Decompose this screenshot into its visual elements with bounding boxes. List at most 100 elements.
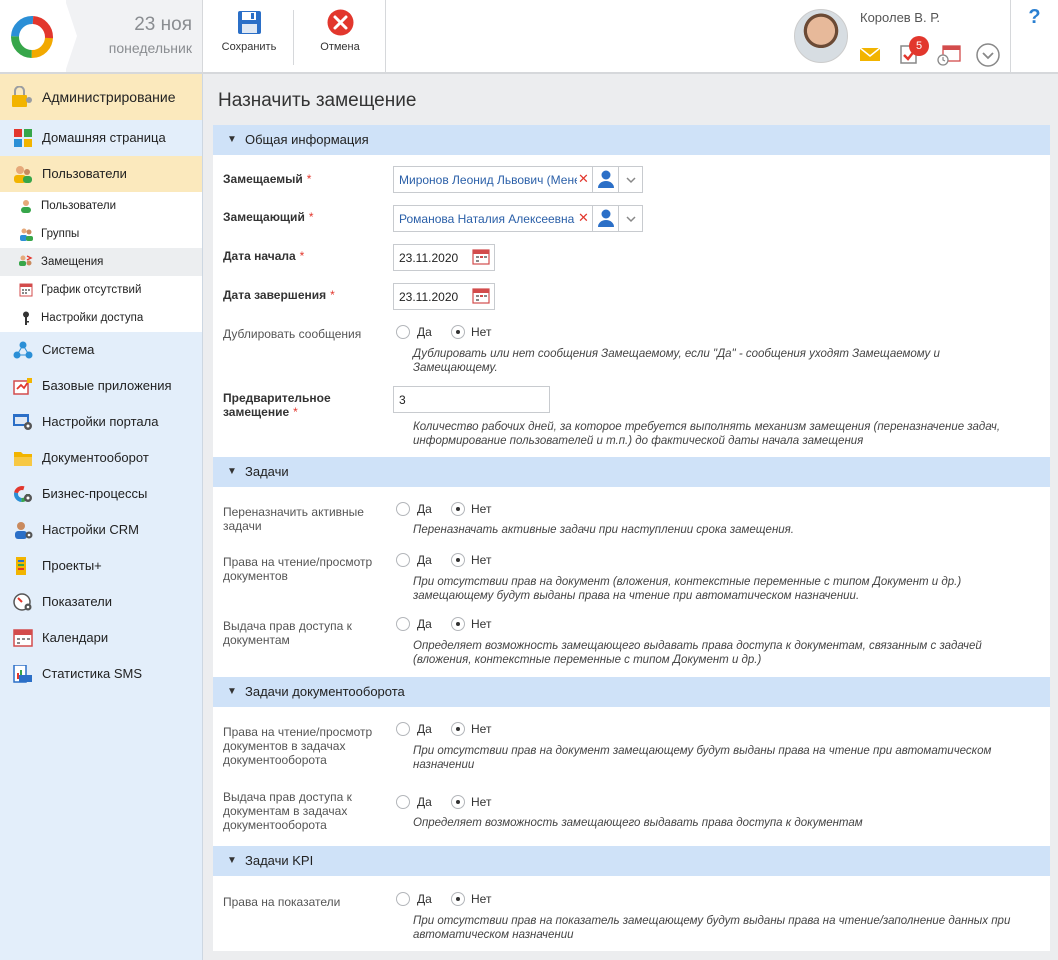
substituted-user-field[interactable]: Миронов Леонид Львович (Менеджер) ✕ — [393, 166, 643, 193]
end-date-value: 23.11.2020 — [399, 290, 459, 304]
sidebar-item-business-processes[interactable]: Бизнес-процессы — [0, 476, 202, 512]
crm-user-icon — [15, 522, 33, 539]
radio-yes[interactable] — [396, 325, 410, 339]
end-date-field[interactable]: 23.11.2020 — [393, 283, 495, 310]
radio-no[interactable] — [451, 722, 465, 736]
cancel-button-label: Отмена — [320, 41, 360, 53]
sidebar-subitem-substitutions[interactable]: Замещения — [0, 248, 202, 276]
section-title: Задачи — [245, 464, 289, 479]
help-button[interactable]: ? — [1011, 0, 1058, 72]
sidebar-item-indicators[interactable]: Показатели — [0, 584, 202, 620]
sidebar-item-system[interactable]: Система — [0, 332, 202, 368]
reassign-tasks-label: Переназначить активные задачи — [223, 505, 364, 533]
sidebar-subitem-users[interactable]: Пользователи — [0, 192, 202, 220]
folder-icon — [14, 452, 32, 466]
radio-no[interactable] — [451, 553, 465, 567]
radio-no[interactable] — [451, 502, 465, 516]
sidebar-item-projects[interactable]: Проекты+ — [0, 548, 202, 584]
cancel-button[interactable]: Отмена — [305, 0, 375, 72]
sidebar-item-users[interactable]: Пользователи — [0, 156, 202, 192]
user-picker-icon[interactable] — [592, 167, 618, 192]
sidebar-item-calendars[interactable]: Календари — [0, 620, 202, 656]
calendar-clock-icon[interactable] — [937, 44, 961, 66]
tasks-count-badge: 5 — [909, 36, 929, 56]
chevron-down-icon: ▼ — [227, 466, 237, 477]
radio-yes-label: Да — [417, 795, 432, 809]
sidebar-item-label: Настройки CRM — [42, 522, 139, 537]
save-button[interactable]: Сохранить — [213, 0, 285, 72]
pre-substitution-input[interactable]: 3 — [393, 386, 550, 413]
user-picker-icon[interactable] — [592, 206, 618, 231]
sidebar-item-label: Календари — [42, 630, 109, 645]
chevron-down-icon[interactable] — [618, 206, 642, 231]
gauge-icon — [13, 593, 32, 611]
section-tasks-header[interactable]: ▼ Задачи — [213, 457, 1050, 487]
radio-yes-label: Да — [417, 553, 432, 567]
radio-yes[interactable] — [396, 502, 410, 516]
sidebar-item-administration[interactable]: Администрирование — [0, 74, 202, 120]
radio-yes[interactable] — [396, 892, 410, 906]
sidebar-item-home[interactable]: Домашняя страница — [0, 120, 202, 156]
section-doc-tasks-header[interactable]: ▼ Задачи документооборота — [213, 677, 1050, 707]
sidebar-item-document-flow[interactable]: Документооборот — [0, 440, 202, 476]
start-date-value: 23.11.2020 — [399, 251, 459, 265]
date-day: 23 ноя — [134, 14, 192, 35]
sidebar-item-crm-settings[interactable]: Настройки CRM — [0, 512, 202, 548]
calendar-grid-icon — [19, 283, 33, 297]
clear-icon[interactable]: ✕ — [578, 210, 589, 226]
radio-no-label: Нет — [471, 795, 492, 809]
chevron-down-icon[interactable] — [618, 167, 642, 192]
top-bar: 23 ноя понедельник Сохранить Отмена Коро… — [0, 0, 1058, 74]
business-process-icon — [14, 486, 32, 502]
section-kpi-header[interactable]: ▼ Задачи KPI — [213, 846, 1050, 876]
chevron-down-icon: ▼ — [227, 134, 237, 145]
start-date-field[interactable]: 23.11.2020 — [393, 244, 495, 271]
date-widget: 23 ноя понедельник — [65, 0, 203, 72]
sidebar-subitem-label: Настройки доступа — [41, 312, 144, 324]
sidebar-subitem-access-settings[interactable]: Настройки доступа — [0, 304, 202, 332]
chevron-down-circle-icon[interactable] — [976, 43, 1000, 67]
sidebar-item-portal-settings[interactable]: Настройки портала — [0, 404, 202, 440]
section-title: Задачи KPI — [245, 853, 314, 868]
user-icon — [21, 200, 31, 213]
page-title: Назначить замещение — [218, 90, 417, 111]
sidebar-subitem-absence-schedule[interactable]: График отсутствий — [0, 276, 202, 304]
mail-icon[interactable] — [859, 46, 881, 62]
radio-no-label: Нет — [471, 553, 492, 567]
portal-settings-icon — [13, 414, 32, 430]
sidebar-subitem-groups[interactable]: Группы — [0, 220, 202, 248]
radio-yes[interactable] — [396, 617, 410, 631]
section-general-header[interactable]: ▼ Общая информация — [213, 125, 1050, 155]
reassign-tasks-hint: Переназначать активные задачи при наступ… — [413, 524, 795, 536]
duplicate-messages-label: Дублировать сообщения — [223, 327, 362, 341]
sidebar-item-base-apps[interactable]: Базовые приложения — [0, 368, 202, 404]
substitute-user-field[interactable]: Романова Наталия Алексеевна ✕ — [393, 205, 643, 232]
radio-no[interactable] — [451, 617, 465, 631]
app-logo[interactable] — [0, 0, 66, 72]
radio-yes-label: Да — [417, 502, 432, 516]
radio-yes-label: Да — [417, 617, 432, 631]
radio-no[interactable] — [451, 325, 465, 339]
sidebar-item-label: Система — [42, 342, 95, 357]
radio-yes[interactable] — [396, 722, 410, 736]
group-icon — [20, 228, 33, 241]
projects-icon — [16, 557, 26, 575]
doc-read-rights-hint: При отсутствии прав на документ замещающ… — [413, 745, 992, 771]
radio-no[interactable] — [451, 795, 465, 809]
kpi-rights-hint: При отсутствии прав на показатель замеща… — [413, 915, 1011, 941]
home-tiles-icon — [14, 129, 32, 147]
user-name[interactable]: Королев В. Р. — [860, 10, 940, 25]
floppy-icon — [238, 11, 261, 34]
user-avatar[interactable] — [794, 9, 848, 63]
radio-yes[interactable] — [396, 795, 410, 809]
radio-yes[interactable] — [396, 553, 410, 567]
sidebar-subitem-label: Пользователи — [41, 200, 117, 212]
chevron-down-icon: ▼ — [227, 855, 237, 866]
sidebar-item-sms-stats[interactable]: Статистика SMS — [0, 656, 202, 692]
start-date-label: Дата начала * — [223, 249, 305, 263]
clear-icon[interactable]: ✕ — [578, 171, 589, 187]
radio-no[interactable] — [451, 892, 465, 906]
calendar-icon[interactable] — [468, 245, 494, 270]
sidebar-item-label: Показатели — [42, 594, 112, 609]
calendar-icon[interactable] — [468, 284, 494, 309]
